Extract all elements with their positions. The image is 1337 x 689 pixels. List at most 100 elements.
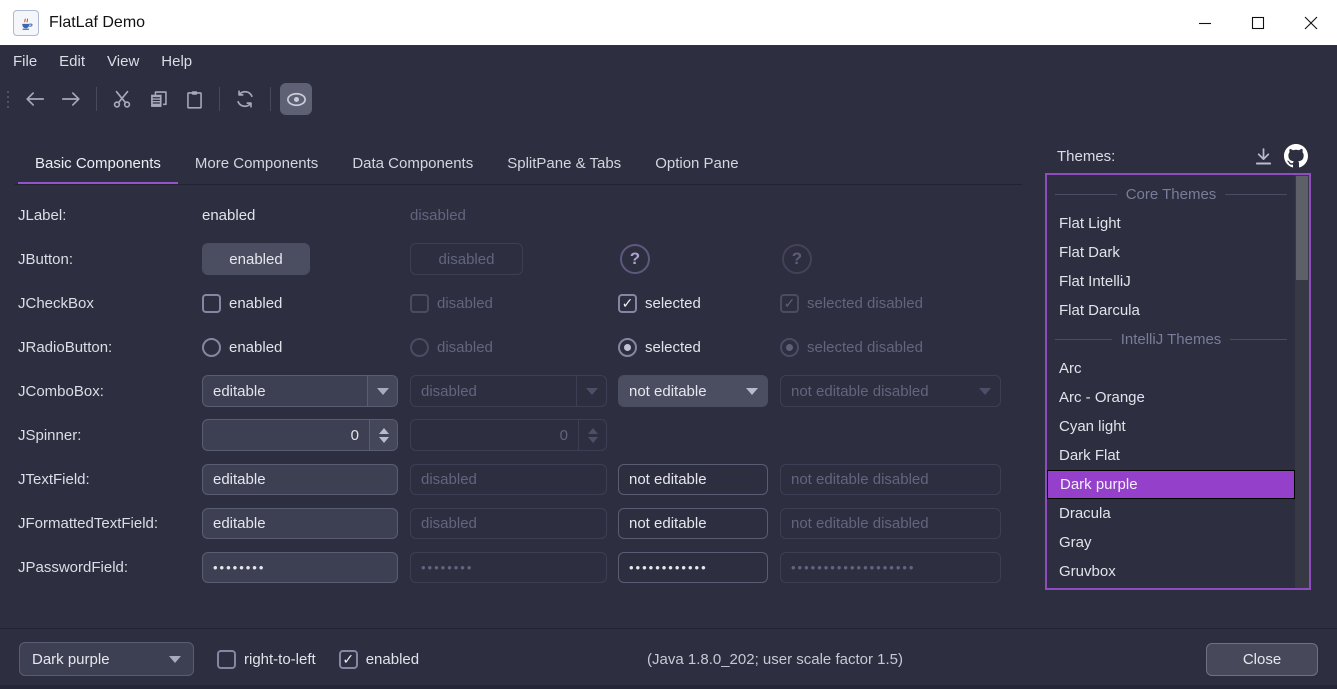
java-version-status: (Java 1.8.0_202; user scale factor 1.5) [647,651,903,668]
jpasswordfield-disabled: •••••••• [410,552,607,583]
radio-selected-icon[interactable] [618,338,637,357]
main-content: Basic Components More Components Data Co… [0,120,1337,628]
theme-item-dark-purple[interactable]: Dark purple [1047,470,1295,499]
jspinner-enabled[interactable]: 0 [202,419,398,451]
checkbox-unchecked-disabled-icon [410,294,429,313]
theme-item-flat-intellij[interactable]: Flat IntelliJ [1047,267,1295,296]
theme-item-arc[interactable]: Arc [1047,354,1295,383]
jtextfield-editable[interactable]: editable [202,464,398,495]
theme-selector-combobox[interactable]: Dark purple [19,642,194,676]
themes-scrollbar[interactable] [1295,175,1309,588]
theme-item-dracula[interactable]: Dracula [1047,499,1295,528]
jcheckbox-selected[interactable]: ✓ selected [618,294,780,313]
row-label-jtextfield: JTextField: [18,471,202,488]
menu-help[interactable]: Help [150,45,203,78]
radio-unselected-icon[interactable] [202,338,221,357]
titlebar: FlatLaf Demo [0,0,1337,45]
jcheckbox-disabled: disabled [410,294,618,313]
tab-more-components[interactable]: More Components [178,145,335,185]
row-label-jpasswordfield: JPasswordField: [18,559,202,576]
jformattedtextfield-editable[interactable]: editable [202,508,398,539]
menubar: File Edit View Help [0,45,1337,78]
combo-arrow-icon [576,376,606,406]
maximize-button[interactable] [1231,0,1284,45]
cut-button[interactable] [106,83,138,115]
jcheckbox-enabled[interactable]: enabled [202,294,410,313]
menu-view[interactable]: View [96,45,150,78]
row-label-jcheckbox: JCheckBox [18,295,202,312]
theme-item-flat-light[interactable]: Flat Light [1047,209,1295,238]
list-header-intellij-themes: IntelliJ Themes [1047,325,1295,354]
enabled-checkbox[interactable]: ✓ enabled [339,650,419,669]
jcombobox-not-editable[interactable]: not editable [618,375,768,407]
combo-arrow-icon [970,376,1000,406]
row-label-jformattedtextfield: JFormattedTextField: [18,515,202,532]
combo-arrow-icon[interactable] [737,376,767,406]
row-label-jlabel: JLabel: [18,207,202,224]
theme-item-gray[interactable]: Gray [1047,528,1295,557]
minimize-button[interactable] [1178,0,1231,45]
close-button[interactable]: Close [1206,643,1318,676]
java-app-icon [13,10,39,36]
jlabel-enabled: enabled [202,207,255,224]
jcombobox-editable[interactable]: editable [202,375,398,407]
jformattedtextfield-not-editable-disabled: not editable disabled [780,508,1001,539]
jbutton-disabled: disabled [410,243,523,275]
paste-button[interactable] [178,83,210,115]
jradiobutton-selected-disabled: selected disabled [780,338,1001,357]
tab-splitpane-tabs[interactable]: SplitPane & Tabs [490,145,638,185]
back-button[interactable] [19,83,51,115]
theme-item-arc-orange[interactable]: Arc - Orange [1047,383,1295,412]
menu-edit[interactable]: Edit [48,45,96,78]
jbutton-enabled[interactable]: enabled [202,243,310,275]
radio-unselected-disabled-icon [410,338,429,357]
jcombobox-disabled: disabled [410,375,607,407]
refresh-button[interactable] [229,83,261,115]
theme-item-flat-dark[interactable]: Flat Dark [1047,238,1295,267]
themes-label: Themes: [1057,148,1115,165]
jformattedtextfield-not-editable: not editable [618,508,768,539]
row-label-jspinner: JSpinner: [18,427,202,444]
toolbar-separator [96,87,97,111]
jpasswordfield-not-editable: •••••••••••• [618,552,768,583]
row-label-jbutton: JButton: [18,251,202,268]
show-hidden-toggle-button[interactable] [280,83,312,115]
theme-item-dark-flat[interactable]: Dark Flat [1047,441,1295,470]
github-icon[interactable] [1284,144,1308,168]
window-title: FlatLaf Demo [49,14,145,32]
toolbar-grip-handle[interactable] [5,86,13,112]
themes-list[interactable]: Core Themes Flat Light Flat Dark Flat In… [1045,173,1311,590]
jradiobutton-enabled[interactable]: enabled [202,338,410,357]
checkbox-unchecked-icon[interactable] [217,650,236,669]
spinner-arrows-icon[interactable] [369,420,397,450]
scrollbar-thumb[interactable] [1296,176,1308,280]
toolbar [0,78,1337,120]
combo-arrow-icon[interactable] [367,376,397,406]
theme-item-flat-darcula[interactable]: Flat Darcula [1047,296,1295,325]
theme-item-gruvbox[interactable]: Gruvbox [1047,557,1295,586]
tab-data-components[interactable]: Data Components [335,145,490,185]
right-to-left-checkbox[interactable]: right-to-left [217,650,316,669]
menu-file[interactable]: File [2,45,48,78]
jbutton-help[interactable]: ? [620,244,650,274]
jcombobox-not-editable-disabled: not editable disabled [780,375,1001,407]
radio-selected-disabled-icon [780,338,799,357]
jpasswordfield-not-editable-disabled: ••••••••••••••••••• [780,552,1001,583]
jlabel-disabled: disabled [410,207,466,224]
jpasswordfield-editable[interactable]: •••••••• [202,552,398,583]
forward-button[interactable] [55,83,87,115]
tab-basic-components[interactable]: Basic Components [18,145,178,185]
download-themes-icon[interactable] [1253,146,1274,167]
checkbox-checked-icon[interactable]: ✓ [339,650,358,669]
tab-bar: Basic Components More Components Data Co… [18,145,756,185]
tab-option-pane[interactable]: Option Pane [638,145,755,185]
jradiobutton-selected[interactable]: selected [618,338,780,357]
theme-item-cyan-light[interactable]: Cyan light [1047,412,1295,441]
close-window-button[interactable] [1284,0,1337,45]
checkbox-checked-icon[interactable]: ✓ [618,294,637,313]
jradiobutton-disabled: disabled [410,338,618,357]
checkbox-unchecked-icon[interactable] [202,294,221,313]
combo-arrow-icon[interactable] [169,656,181,663]
row-label-jradiobutton: JRadioButton: [18,339,202,356]
copy-button[interactable] [142,83,174,115]
